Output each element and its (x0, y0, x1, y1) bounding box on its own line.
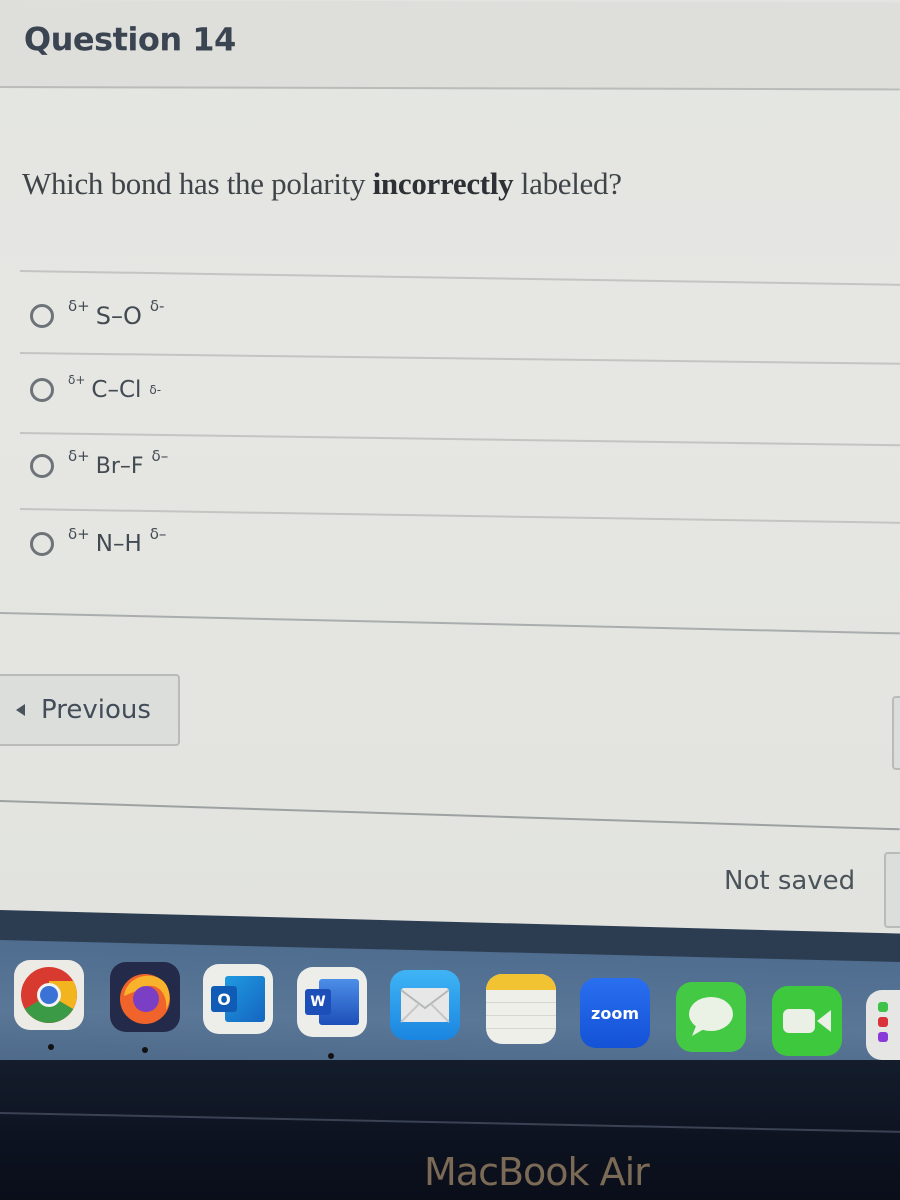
dock-app-word[interactable]: W (297, 967, 367, 1037)
prompt-emphasis: incorrectly (372, 166, 514, 201)
partial-positive-label: δ+ (68, 373, 86, 387)
question-header: Question 14 (0, 0, 900, 91)
divider (19, 432, 900, 447)
previous-label: Previous (41, 695, 151, 725)
answer-option-4[interactable]: δ+ N–H δ– (30, 524, 166, 564)
dock-app-chrome[interactable] (14, 960, 84, 1030)
prompt-text-end: labeled? (513, 166, 622, 201)
chrome-icon (21, 967, 77, 1023)
triangle-left-icon (16, 704, 25, 716)
divider (0, 800, 900, 831)
bond-formula: C–Cl (91, 377, 142, 403)
facetime-icon (783, 1009, 831, 1033)
messages-icon (689, 997, 733, 1036)
outlook-icon: O (209, 974, 267, 1024)
bond-formula: Br–F (95, 453, 144, 479)
running-indicator (328, 1053, 334, 1059)
notes-icon (486, 974, 556, 1044)
mail-icon (400, 988, 450, 1023)
dock-app-firefox[interactable] (110, 962, 180, 1032)
outlook-letter: O (211, 986, 237, 1012)
answer-option-3[interactable]: δ+ Br–F δ– (30, 446, 168, 486)
save-status: Not saved (724, 866, 856, 896)
dock-app-mail[interactable] (390, 970, 460, 1040)
question-prompt: Which bond has the polarity incorrectly … (22, 166, 622, 202)
running-indicator (48, 1044, 54, 1050)
prompt-text: Which bond has the polarity (22, 166, 373, 201)
dock-app-zoom[interactable]: zoom (580, 978, 650, 1048)
partial-negative-label: δ- (149, 297, 165, 315)
partial-negative-label: δ– (151, 447, 169, 465)
zoom-icon: zoom (591, 1003, 639, 1023)
divider (19, 508, 900, 525)
next-button[interactable] (892, 696, 900, 770)
word-icon: W (303, 977, 361, 1027)
radio-button[interactable] (30, 378, 54, 402)
radio-button[interactable] (30, 304, 54, 328)
partial-negative-label: δ- (149, 383, 162, 397)
divider (0, 612, 900, 635)
divider (19, 270, 900, 287)
partial-positive-label: δ+ (68, 525, 90, 543)
question-title: Question 14 (23, 20, 236, 59)
dock-app-outlook[interactable]: O (203, 964, 273, 1034)
divider (19, 352, 900, 365)
dock-app-notes[interactable] (486, 974, 556, 1044)
partial-positive-label: δ+ (68, 297, 90, 315)
answer-option-1[interactable]: δ+ S–O δ- (30, 296, 164, 336)
device-brand-label: MacBook Air (424, 1150, 650, 1194)
dock-app-facetime[interactable] (772, 986, 842, 1056)
radio-button[interactable] (30, 532, 54, 556)
firefox-icon (120, 974, 170, 1024)
answer-option-2[interactable]: δ+ C–Cl δ- (30, 370, 161, 410)
radio-button[interactable] (30, 454, 54, 478)
bond-formula: N–H (95, 531, 142, 557)
running-indicator (142, 1047, 148, 1053)
word-letter: W (305, 989, 331, 1015)
dock-app-reminders[interactable] (866, 990, 900, 1060)
browser-viewport: Question 14 Which bond has the polarity … (0, 0, 900, 930)
submit-quiz-button[interactable] (884, 852, 900, 928)
partial-negative-label: δ– (149, 525, 167, 543)
partial-positive-label: δ+ (68, 447, 90, 465)
previous-button[interactable]: Previous (0, 674, 180, 746)
reminders-icon (878, 1002, 890, 1042)
bond-formula: S–O (95, 302, 142, 330)
dock-app-messages[interactable] (676, 982, 746, 1052)
